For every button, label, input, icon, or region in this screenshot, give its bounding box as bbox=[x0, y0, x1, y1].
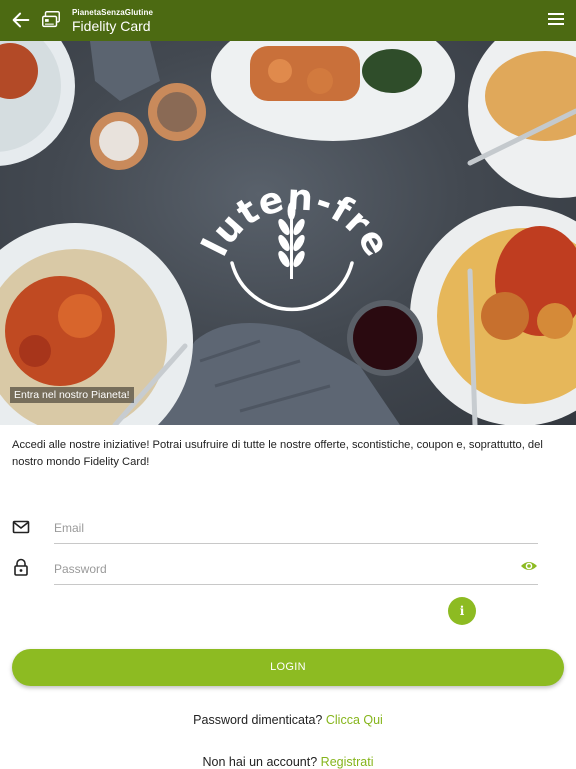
register-row: Non hai un account? Registrati bbox=[0, 755, 576, 769]
page-title: Fidelity Card bbox=[72, 18, 151, 34]
info-button[interactable]: i bbox=[448, 597, 476, 625]
hero-banner: gluten-free Entra nel nostro Pianeta! bbox=[0, 41, 576, 425]
intro-text: Accedi alle nostre iniziative! Potrai us… bbox=[12, 439, 543, 468]
register-text: Non hai un account? bbox=[202, 755, 318, 769]
forgot-password-text: Password dimenticata? bbox=[193, 713, 323, 727]
app-header: PianetaSenzaGlutine Fidelity Card bbox=[0, 0, 576, 41]
envelope-icon bbox=[12, 520, 30, 534]
padlock-icon bbox=[14, 558, 28, 576]
login-button[interactable]: LOGIN bbox=[12, 649, 564, 686]
forgot-password-link[interactable]: Clicca Qui bbox=[326, 713, 383, 727]
forgot-password-row: Password dimenticata? Clicca Qui bbox=[0, 713, 576, 727]
hamburger-menu-icon[interactable] bbox=[547, 10, 565, 28]
register-link[interactable]: Registrati bbox=[321, 755, 374, 769]
food-photo: gluten-free bbox=[0, 41, 576, 425]
eye-icon[interactable] bbox=[520, 557, 538, 575]
hero-caption: Entra nel nostro Pianeta! bbox=[10, 387, 134, 403]
app-name: PianetaSenzaGlutine bbox=[72, 8, 154, 17]
arrow-left-icon[interactable] bbox=[10, 9, 32, 31]
email-field[interactable] bbox=[54, 513, 538, 544]
password-field[interactable] bbox=[54, 554, 538, 585]
card-icon bbox=[42, 11, 60, 28]
